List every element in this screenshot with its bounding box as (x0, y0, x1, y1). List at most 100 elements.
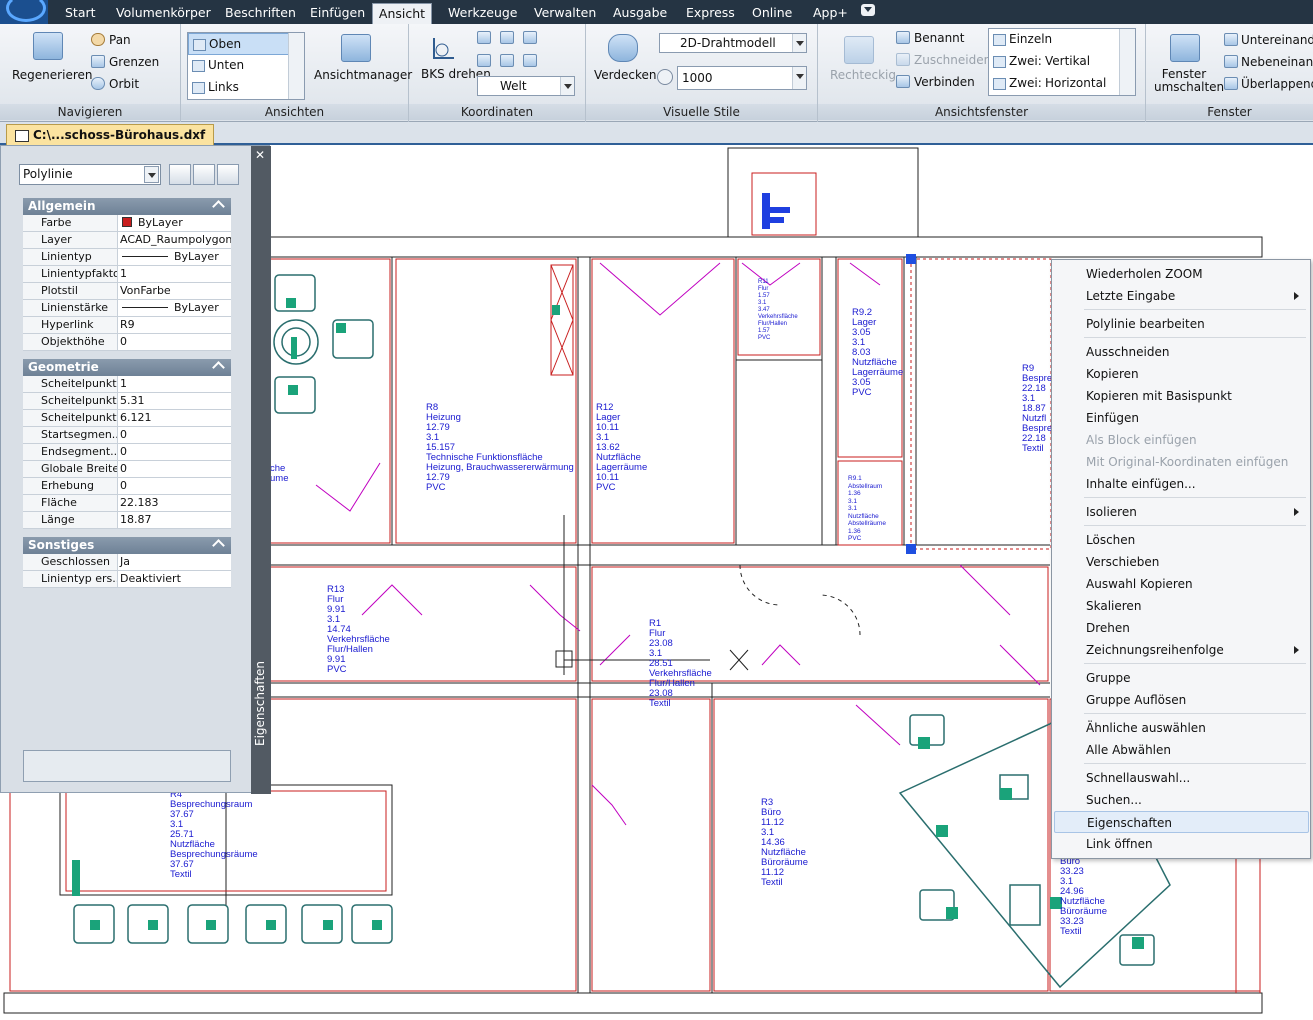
regenerieren-button[interactable]: Regenerieren (12, 68, 92, 82)
ueberlappend-icon[interactable] (1224, 77, 1238, 90)
facet-value-input[interactable]: 1000 (677, 66, 807, 90)
quick-select-icon[interactable] (217, 164, 239, 185)
verbinden-icon[interactable] (896, 75, 910, 88)
regenerieren-icon[interactable] (33, 32, 63, 60)
menu-item[interactable]: Isolieren (1054, 501, 1309, 523)
nebeneinander-icon[interactable] (1224, 55, 1238, 68)
property-row[interactable]: Layer ACAD_Raumpolygon (23, 232, 231, 249)
property-row[interactable]: Fläche 22.183 (23, 495, 231, 512)
property-value[interactable]: 6.121 (118, 410, 231, 426)
fenster-umschalten-button[interactable]: Fenster umschalten (1154, 68, 1224, 94)
property-row[interactable]: Linientyp ByLayer (23, 249, 231, 266)
view-list[interactable]: Oben Unten Links (187, 32, 305, 100)
property-value[interactable]: 22.183 (118, 495, 231, 511)
property-value[interactable]: Ja (118, 554, 231, 570)
menu-item[interactable]: Skalieren (1054, 595, 1309, 617)
verdecken-icon[interactable] (608, 34, 638, 62)
ucs-icon-2[interactable] (500, 31, 514, 44)
menu-item[interactable]: Suchen... (1054, 789, 1309, 811)
object-type-select[interactable]: Polylinie (19, 164, 161, 185)
radio-icon[interactable] (657, 69, 673, 85)
property-value[interactable]: 18.87 (118, 512, 231, 528)
ucs-icon-5[interactable] (500, 54, 514, 67)
property-value[interactable]: 0 (118, 478, 231, 494)
property-section-header[interactable]: Allgemein (23, 198, 231, 215)
grenzen-icon[interactable] (91, 55, 105, 68)
tab-start[interactable]: Start (61, 3, 100, 24)
property-row[interactable]: Globale Breite 0 (23, 461, 231, 478)
viewport-config-list[interactable]: Einzeln Zwei: Vertikal Zwei: Horizontal (988, 28, 1136, 96)
menu-item[interactable]: Gruppe Auflösen (1054, 689, 1309, 711)
property-value[interactable]: ByLayer (118, 249, 231, 265)
document-tab[interactable]: C:\...schoss-Bürohaus.dxf (6, 124, 215, 145)
property-row[interactable]: Linientypfaktor 1 (23, 266, 231, 283)
menu-item[interactable]: Letzte Eingabe (1054, 285, 1309, 307)
property-value[interactable]: 0 (118, 444, 231, 460)
select-objects-icon[interactable] (193, 164, 215, 185)
ansichtmanager-button[interactable]: Ansichtmanager (314, 68, 412, 82)
property-value[interactable]: ByLayer (118, 215, 231, 231)
property-value[interactable]: 0 (118, 334, 231, 350)
property-value[interactable]: 5.31 (118, 393, 231, 409)
menu-item[interactable]: Alle Abwählen (1054, 739, 1309, 761)
tab-ansicht[interactable]: Ansicht (372, 3, 432, 24)
tab-app-plus[interactable]: App+ (809, 3, 852, 24)
view-item-oben[interactable]: Oben (188, 33, 304, 55)
view-item-links[interactable]: Links (188, 77, 304, 99)
verbinden-button[interactable]: Verbinden (914, 75, 975, 89)
ueberlappend-button[interactable]: Überlappend (1241, 77, 1313, 91)
property-row[interactable]: Startsegmen... 0 (23, 427, 231, 444)
menu-item[interactable]: Schnellauswahl... (1054, 767, 1309, 789)
verdecken-button[interactable]: Verdecken (594, 68, 657, 82)
menu-item[interactable]: Eigenschaften (1054, 811, 1309, 833)
property-row[interactable]: Geschlossen Ja (23, 554, 231, 571)
grenzen-button[interactable]: Grenzen (109, 55, 159, 69)
viewport-zwei-horizontal[interactable]: Zwei: Horizontal (989, 73, 1135, 95)
property-value[interactable]: 0 (118, 427, 231, 443)
viewport-list-scrollbar[interactable] (1119, 29, 1135, 95)
tab-beschriften[interactable]: Beschriften (221, 3, 300, 24)
property-value[interactable]: Deaktiviert (118, 571, 231, 587)
ucs-icon-3[interactable] (523, 31, 537, 44)
tab-online[interactable]: Online (748, 3, 796, 24)
viewport-zwei-vertikal[interactable]: Zwei: Vertikal (989, 51, 1135, 73)
viewport-einzeln[interactable]: Einzeln (989, 29, 1135, 51)
property-section-header[interactable]: Geometrie (23, 359, 231, 376)
pan-button[interactable]: Pan (109, 33, 131, 47)
menu-item[interactable]: Polylinie bearbeiten (1054, 313, 1309, 335)
pan-hand-icon[interactable] (91, 33, 105, 46)
property-row[interactable]: Scheitelpunkt Y6.121 (23, 410, 231, 427)
property-section-header[interactable]: Sonstiges (23, 537, 231, 554)
fenster-umschalten-icon[interactable] (1170, 34, 1200, 62)
property-row[interactable]: Endsegment... 0 (23, 444, 231, 461)
menu-item[interactable]: Kopieren (1054, 363, 1309, 385)
property-value[interactable]: 1 (118, 266, 231, 282)
property-row[interactable]: Linienstärke ByLayer (23, 300, 231, 317)
nebeneinander-button[interactable]: Nebeneinander (1241, 55, 1313, 69)
menu-item[interactable]: Verschieben (1054, 551, 1309, 573)
property-value[interactable]: VonFarbe (118, 283, 231, 299)
property-value[interactable]: 0 (118, 461, 231, 477)
property-row[interactable]: Farbe ByLayer (23, 215, 231, 232)
property-value[interactable]: ByLayer (118, 300, 231, 316)
property-row[interactable]: Länge 18.87 (23, 512, 231, 529)
orbit-icon[interactable] (91, 77, 105, 90)
untereinander-icon[interactable] (1224, 33, 1238, 46)
property-value[interactable]: 1 (118, 376, 231, 392)
untereinander-button[interactable]: Untereinander (1241, 33, 1313, 47)
ucs-icon-1[interactable] (477, 31, 491, 44)
ansichtmanager-icon[interactable] (341, 34, 371, 62)
property-row[interactable]: Objekthöhe 0 (23, 334, 231, 351)
toggle-pickadd-icon[interactable] (169, 164, 191, 185)
menu-item[interactable]: Ausschneiden (1054, 341, 1309, 363)
view-item-unten[interactable]: Unten (188, 55, 304, 77)
property-value[interactable]: ACAD_Raumpolygon (118, 232, 231, 248)
benannt-icon[interactable] (896, 31, 910, 44)
orbit-button[interactable]: Orbit (109, 77, 139, 91)
property-row[interactable]: Hyperlink R9 (23, 317, 231, 334)
property-row[interactable]: Plotstil VonFarbe (23, 283, 231, 300)
view-list-scrollbar[interactable] (288, 33, 304, 99)
bks-axis-icon[interactable] (428, 34, 458, 62)
menu-item[interactable]: Einfügen (1054, 407, 1309, 429)
menu-item[interactable]: Link öffnen (1054, 833, 1309, 855)
